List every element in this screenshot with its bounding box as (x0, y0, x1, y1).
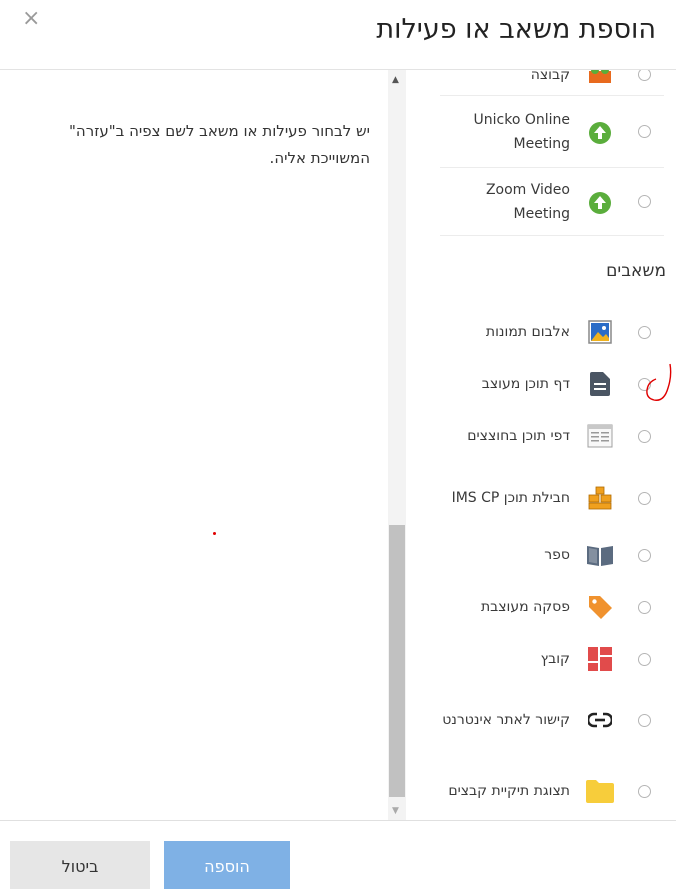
close-button[interactable]: × (22, 8, 40, 30)
option-ims-package[interactable]: חבילת תוכן IMS CP (440, 467, 664, 529)
modal-header: הוספת משאב או פעילות × (0, 0, 676, 70)
option-label: קובץ (540, 651, 570, 667)
option-formatted-paragraph[interactable]: פסקה מעוצבת (440, 585, 664, 629)
scroll-up-icon[interactable]: ▲ (392, 75, 399, 85)
group-icon (580, 70, 620, 87)
option-label: Zoom Video Meeting (485, 181, 570, 222)
book-icon (580, 543, 620, 567)
red-dot-mark (213, 532, 216, 535)
option-url-link[interactable]: קישור לאתר אינטרנט (440, 689, 664, 751)
option-label: קבוצה (530, 70, 570, 83)
image-gallery-icon (580, 320, 620, 344)
option-radio[interactable] (638, 325, 651, 339)
module-chooser[interactable]: ▲ ▼ קבוצה Unicko Online Meeting Zoom Vid… (388, 70, 676, 820)
option-label: אלבום תמונות (485, 324, 570, 340)
option-radio[interactable] (638, 491, 651, 505)
option-radio[interactable] (638, 652, 651, 666)
package-icon (580, 485, 620, 511)
option-radio[interactable] (638, 784, 651, 798)
option-radio[interactable] (638, 195, 651, 208)
cancel-button[interactable]: ביטול (10, 841, 150, 889)
modal-footer: ביטול הוספה (0, 820, 676, 889)
option-file[interactable]: קובץ (440, 637, 664, 681)
section-title-resources: משאבים (606, 261, 666, 281)
option-unicko-meeting[interactable]: Unicko Online Meeting (440, 96, 664, 168)
upload-cloud-icon (580, 119, 620, 145)
link-icon (580, 710, 620, 730)
option-folder[interactable]: תצוגת תיקיית קבצים (440, 760, 664, 820)
scroll-thumb[interactable] (389, 525, 405, 797)
file-grid-icon (580, 646, 620, 672)
option-label: דף תוכן מעוצב (481, 376, 570, 392)
option-group[interactable]: קבוצה (440, 70, 664, 96)
red-annotation-circle (646, 363, 672, 401)
option-radio[interactable] (638, 429, 651, 443)
tag-icon (580, 593, 620, 621)
option-label: חבילת תוכן IMS CP (451, 490, 570, 506)
option-label: ספר (544, 547, 570, 563)
option-tabbed-pages[interactable]: דפי תוכן בחוצצים (440, 414, 664, 458)
option-label: פסקה מעוצבת (480, 599, 570, 615)
help-text: יש לבחור פעילות או משאב לשם צפיה ב"עזרה"… (69, 122, 370, 167)
scroll-down-icon[interactable]: ▼ (392, 806, 399, 816)
option-radio[interactable] (638, 70, 651, 81)
option-radio[interactable] (638, 713, 651, 727)
option-label: תצוגת תיקיית קבצים (448, 783, 570, 799)
option-radio[interactable] (638, 548, 651, 562)
upload-cloud-icon (580, 189, 620, 215)
option-formatted-page[interactable]: דף תוכן מעוצב (440, 362, 664, 406)
document-icon (580, 371, 620, 397)
option-radio[interactable] (638, 600, 651, 614)
add-button[interactable]: הוספה (164, 841, 290, 889)
option-zoom-meeting[interactable]: Zoom Video Meeting (440, 168, 664, 236)
tabbed-page-icon (580, 424, 620, 448)
folder-icon (580, 778, 620, 804)
option-label: קישור לאתר אינטרנט (442, 712, 570, 728)
option-label: Unicko Online Meeting (473, 111, 571, 152)
option-label: דפי תוכן בחוצצים (467, 428, 570, 444)
scrollbar[interactable]: ▲ ▼ (388, 70, 406, 820)
option-image-gallery[interactable]: אלבום תמונות (440, 310, 664, 354)
modal-title: הוספת משאב או פעילות (376, 14, 656, 45)
option-book[interactable]: ספר (440, 533, 664, 577)
option-radio[interactable] (638, 125, 651, 138)
